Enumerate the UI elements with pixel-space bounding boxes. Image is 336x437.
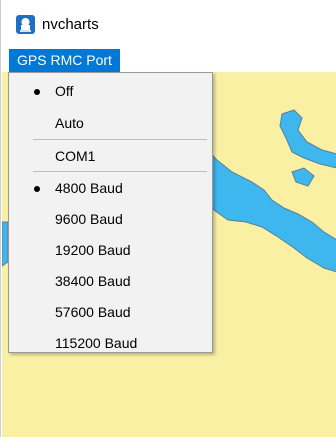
menu-gps-rmc-port[interactable]: GPS RMC Port xyxy=(9,49,120,72)
window-title: nvcharts xyxy=(42,16,99,33)
menu-bar: GPS RMC Port xyxy=(1,49,336,72)
menu-option-label: Off xyxy=(55,83,74,99)
nvcharts-app-icon xyxy=(16,15,35,34)
menu-option-19200-baud[interactable]: 19200 Baud xyxy=(9,235,212,265)
gps-rmc-port-dropdown: Off Auto COM1 4800 Baud 9600 Baud 19200 … xyxy=(8,72,213,353)
radio-bullet-icon xyxy=(34,186,40,192)
menu-option-38400-baud[interactable]: 38400 Baud xyxy=(9,266,212,296)
menu-separator xyxy=(33,171,207,172)
menu-option-4800-baud[interactable]: 4800 Baud xyxy=(9,173,212,203)
menu-option-com1[interactable]: COM1 xyxy=(9,141,212,171)
menu-option-label: COM1 xyxy=(55,148,96,164)
menu-option-auto[interactable]: Auto xyxy=(9,108,212,138)
menu-option-9600-baud[interactable]: 9600 Baud xyxy=(9,204,212,234)
radio-bullet-icon xyxy=(34,89,40,95)
menu-option-off[interactable]: Off xyxy=(9,76,212,106)
menu-option-label: 9600 Baud xyxy=(55,211,123,227)
menu-option-label: 38400 Baud xyxy=(55,273,131,289)
menu-option-57600-baud[interactable]: 57600 Baud xyxy=(9,297,212,327)
title-bar: nvcharts xyxy=(1,0,336,49)
menu-option-label: Auto xyxy=(55,115,84,131)
menu-separator xyxy=(33,139,207,140)
menu-option-label: 19200 Baud xyxy=(55,242,131,258)
app-window: nvcharts GPS RMC Port Off Auto COM1 4800… xyxy=(0,0,336,437)
menu-option-label: 4800 Baud xyxy=(55,180,123,196)
menu-option-label: 115200 Baud xyxy=(55,335,138,351)
menu-option-115200-baud[interactable]: 115200 Baud xyxy=(9,328,212,358)
menu-option-label: 57600 Baud xyxy=(55,304,131,320)
